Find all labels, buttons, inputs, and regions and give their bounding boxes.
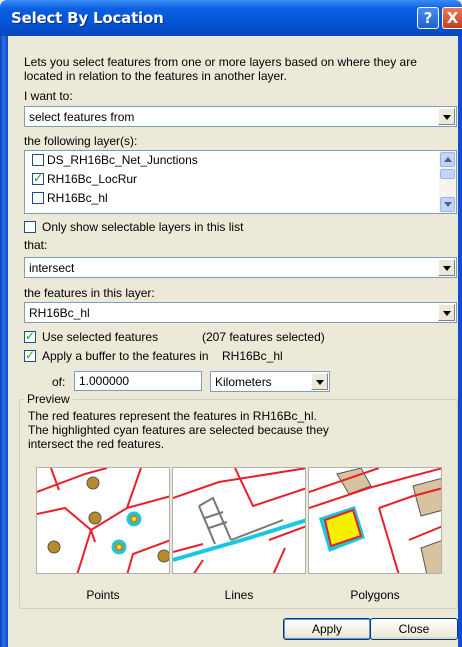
only-selectable-label: Only show selectable layers in this list [42, 220, 244, 234]
method-label: I want to: [24, 89, 73, 103]
distance-label: of: [52, 375, 66, 389]
preview-group: Preview The red features represent the f… [19, 392, 458, 609]
checkbox-icon[interactable] [32, 171, 44, 185]
lines-preview-image [172, 467, 306, 574]
window-frame-left [0, 36, 8, 647]
preview-line: intersect the red features. [28, 437, 165, 451]
title-bar: Select By Location ? X [0, 0, 462, 36]
layer-label: DS_RH16Bc_Net_Junctions [47, 153, 198, 167]
dropdown-arrow-icon[interactable] [438, 108, 455, 125]
lines-caption: Lines [224, 588, 254, 602]
checkbox-icon[interactable] [24, 329, 36, 343]
method-dropdown[interactable]: select features from [24, 106, 457, 127]
units-value: Kilometers [215, 375, 272, 389]
scroll-up-icon[interactable] [440, 152, 455, 167]
units-dropdown[interactable]: Kilometers [210, 371, 330, 392]
layers-listbox[interactable]: DS_RH16Bc_Net_Junctions RH16Bc_LocRur RH… [24, 150, 457, 214]
apply-button[interactable]: Apply [283, 618, 371, 640]
dropdown-arrow-icon[interactable] [438, 259, 455, 276]
polygons-caption: Polygons [350, 588, 400, 602]
preview-line: The red features represent the features … [28, 409, 317, 423]
buffer-layer: RH16Bc_hl [222, 349, 283, 363]
scroll-thumb[interactable] [440, 169, 455, 179]
relation-label: that: [24, 238, 48, 252]
use-selected-label: Use selected features [42, 330, 159, 344]
preview-line: The highlighted cyan features are select… [28, 423, 329, 437]
relation-value: intersect [29, 261, 75, 275]
source-layer-dropdown[interactable]: RH16Bc_hl [24, 302, 457, 323]
checkbox-icon[interactable] [24, 221, 36, 233]
selected-count: (207 features selected) [202, 330, 325, 344]
close-icon[interactable]: X [442, 7, 462, 29]
distance-input[interactable] [75, 372, 201, 390]
method-value: select features from [29, 110, 135, 124]
preview-description: The red features represent the features … [28, 409, 329, 451]
layer-label: RH16Bc_hl [47, 191, 108, 205]
dropdown-arrow-icon[interactable] [311, 373, 328, 390]
buffer-label: Apply a buffer to the features in [42, 349, 209, 363]
window-title: Select By Location [11, 9, 164, 27]
intro-text: Lets you select features from one or mor… [24, 55, 417, 83]
source-value: RH16Bc_hl [29, 306, 90, 320]
polygons-preview-image [308, 467, 442, 574]
layers-label: the following layer(s): [24, 134, 138, 148]
layers-scrollbar[interactable] [439, 151, 456, 213]
points-caption: Points [86, 588, 120, 602]
points-preview-image [36, 467, 170, 574]
close-button[interactable]: Close [370, 618, 458, 640]
checkbox-icon[interactable] [32, 154, 44, 166]
checkbox-icon[interactable] [32, 192, 44, 204]
source-label: the features in this layer: [24, 286, 155, 300]
distance-field[interactable] [74, 371, 202, 391]
checkbox-icon[interactable] [24, 348, 36, 362]
dropdown-arrow-icon[interactable] [438, 304, 455, 321]
relation-dropdown[interactable]: intersect [24, 257, 457, 278]
help-icon[interactable]: ? [417, 7, 439, 29]
scroll-down-icon[interactable] [440, 197, 455, 212]
layer-label: RH16Bc_LocRur [47, 172, 138, 186]
window-frame-right [458, 36, 462, 647]
preview-legend: Preview [24, 392, 73, 406]
